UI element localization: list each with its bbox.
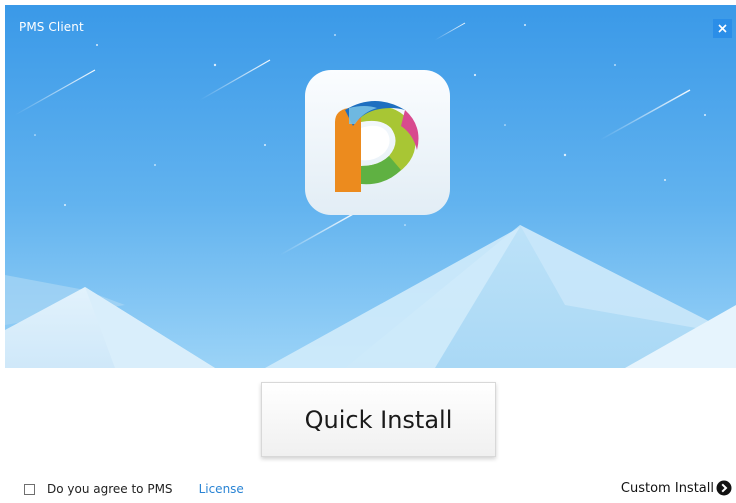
license-agreement-row: Do you agree to PMS License — [24, 481, 244, 497]
pms-logo-icon — [305, 70, 450, 215]
agree-label: Do you agree to PMS — [47, 482, 173, 496]
quick-install-button[interactable]: Quick Install — [261, 382, 496, 457]
arrow-right-circle-icon — [716, 480, 732, 496]
window-title: PMS Client — [19, 20, 84, 34]
installer-window: PMS Client Quick Install Do you agree to… — [0, 0, 736, 503]
license-link[interactable]: License — [199, 482, 244, 496]
close-button[interactable] — [713, 19, 732, 38]
agree-checkbox[interactable] — [24, 483, 35, 495]
close-icon — [718, 24, 727, 33]
header-banner: PMS Client — [5, 5, 736, 368]
custom-install-button[interactable]: Custom Install — [621, 480, 732, 496]
custom-install-label: Custom Install — [620, 480, 714, 496]
